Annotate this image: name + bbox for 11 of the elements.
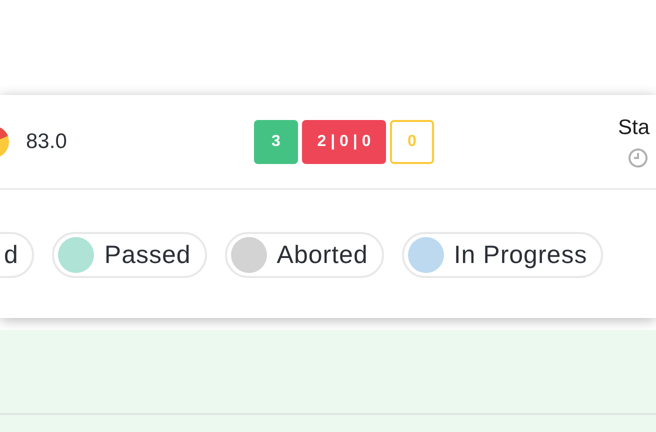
legend-chip[interactable]: Passed xyxy=(52,232,207,278)
legend-chip[interactable]: Aborted xyxy=(224,232,384,278)
count-badge: 3 xyxy=(254,120,298,164)
score-value: 83.0 xyxy=(26,130,67,154)
legend-chip[interactable]: In Progress xyxy=(402,232,604,278)
pie-chart-icon xyxy=(0,126,9,158)
legend-chip[interactable]: d xyxy=(0,232,34,278)
count-badge: 2 | 0 | 0 xyxy=(302,120,386,164)
clock-icon xyxy=(628,148,648,168)
count-badge: 0 xyxy=(390,120,434,164)
status-heading: Sta xyxy=(618,116,650,140)
